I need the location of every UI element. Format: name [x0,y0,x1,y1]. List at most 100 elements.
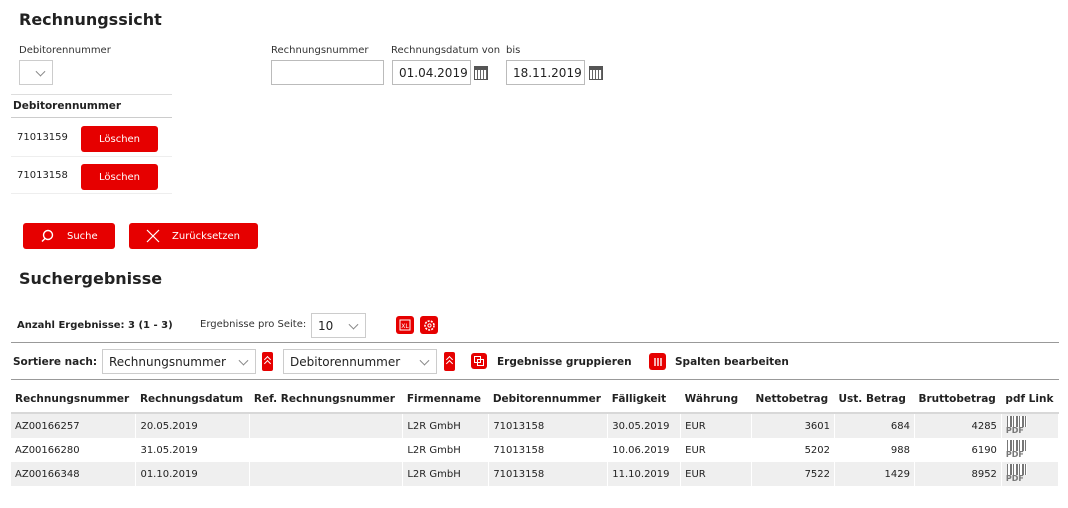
chevron-down-icon [35,66,46,77]
divider [11,117,172,118]
datum-von-input[interactable]: 01.04.2019 [392,60,471,85]
sort-label: Sortiere nach: [13,356,98,368]
delete-button[interactable]: Löschen [81,126,158,152]
cell: L2R GmbH [402,413,490,438]
cell [249,438,404,462]
cell: L2R GmbH [402,462,490,486]
calendar-icon[interactable] [474,66,488,80]
cell [249,413,404,438]
pdf-cell: PDF [1001,413,1060,438]
pdf-cell: PDF [1001,438,1060,462]
cell: 20.05.2019 [135,413,251,438]
sort2-value: Debitorennummer [290,354,401,369]
pdf-icon[interactable]: PDF [1005,439,1028,461]
search-icon [41,229,54,242]
debitor-table-header: Debitorennummer [13,100,122,112]
table-row: AZ00166257 20.05.2019 L2R GmbH 71013158 … [11,413,1060,438]
cell: AZ00166257 [11,413,137,438]
column-header[interactable]: Ref. Rechnungsnummer [249,386,403,414]
debitor-number: 71013159 [17,132,68,143]
table-header-row: Rechnungsnummer Rechnungsdatum Ref. Rech… [11,386,1059,414]
sort-direction-icon[interactable] [262,352,273,371]
cell: EUR [680,413,753,438]
debitor-label: Debitorennummer [19,45,111,56]
bis-label: bis [506,45,521,56]
cell: 71013158 [488,462,609,486]
cell: 1429 [834,462,915,486]
table-row: AZ00166280 31.05.2019 L2R GmbH 71013158 … [11,438,1060,462]
cell: 10.06.2019 [607,438,682,462]
column-header[interactable]: Rechnungsdatum [135,386,250,414]
pdf-icon-text: PDF [1005,473,1024,483]
cell: EUR [680,462,753,486]
pdf-icon-text: PDF [1005,425,1024,435]
cell: 71013158 [488,413,609,438]
chevron-down-icon [348,319,359,330]
cell: 6190 [914,438,1002,462]
sort2-select[interactable]: Debitorennummer [283,349,437,374]
cell: 30.05.2019 [607,413,682,438]
cell: EUR [680,438,753,462]
pdf-cell: PDF [1001,462,1060,486]
search-button[interactable]: Suche [23,223,115,249]
column-header: pdf Link [1001,386,1059,414]
table-row: AZ00166348 01.10.2019 L2R GmbH 71013158 … [11,462,1060,486]
columns-icon[interactable] [649,353,666,370]
chevron-down-icon [238,355,249,366]
datum-von-label: Rechnungsdatum von [391,45,501,56]
cell: AZ00166348 [11,462,137,486]
cell: 5202 [751,438,836,462]
cell: 4285 [914,413,1002,438]
columns-button[interactable]: Spalten bearbeiten [675,356,789,368]
cell: 11.10.2019 [607,462,682,486]
divider [11,342,1059,343]
result-count: Anzahl Ergebnisse: 3 (1 - 3) [17,320,173,331]
cell: AZ00166280 [11,438,137,462]
cell: 7522 [751,462,836,486]
cell: 684 [834,413,915,438]
column-header[interactable]: Nettobetrag [751,386,835,414]
debitor-select[interactable] [19,60,53,85]
gear-icon[interactable] [420,316,438,334]
column-header[interactable]: Ust. Betrag [834,386,915,414]
per-page-label: Ergebnisse pro Seite: [200,319,307,330]
per-page-select[interactable]: 10 [311,313,366,338]
sort-direction-icon[interactable] [444,352,455,371]
chevron-down-icon [419,355,430,366]
column-header[interactable]: Firmenname [402,386,489,414]
delete-button[interactable]: Löschen [81,164,158,190]
divider [11,193,172,194]
group-icon[interactable] [471,353,487,369]
column-header[interactable]: Debitorennummer [488,386,608,414]
results-table: Rechnungsnummer Rechnungsdatum Ref. Rech… [11,386,1060,486]
rechnungsnummer-label: Rechnungsnummer [271,45,369,56]
divider [11,94,172,95]
calendar-icon[interactable] [589,66,603,80]
cell: 3601 [751,413,836,438]
cell: 01.10.2019 [135,462,251,486]
column-header[interactable]: Bruttobetrag [914,386,1002,414]
svg-text:XL: XL [401,323,409,330]
column-header[interactable]: Rechnungsnummer [11,386,136,414]
per-page-value: 10 [318,318,334,333]
cell: 31.05.2019 [135,438,251,462]
column-header[interactable]: Fälligkeit [607,386,681,414]
sort1-select[interactable]: Rechnungsnummer [102,349,256,374]
column-header[interactable]: Währung [680,386,752,414]
datum-bis-input[interactable]: 18.11.2019 [506,60,585,85]
sort1-value: Rechnungsnummer [109,354,226,369]
results-title: Suchergebnisse [19,269,163,288]
reset-button[interactable]: Zurücksetzen [129,223,258,249]
rechnungsnummer-input[interactable] [271,60,384,85]
pdf-icon-text: PDF [1005,449,1024,459]
divider [11,379,1059,380]
group-button[interactable]: Ergebnisse gruppieren [497,356,632,368]
pdf-icon[interactable]: PDF [1005,463,1028,485]
pdf-icon[interactable]: PDF [1005,415,1028,437]
cell: 988 [834,438,915,462]
cell: L2R GmbH [402,438,490,462]
page-title: Rechnungssicht [19,10,162,29]
excel-export-icon[interactable]: XL [396,316,414,334]
cell: 8952 [914,462,1002,486]
cell [249,462,404,486]
